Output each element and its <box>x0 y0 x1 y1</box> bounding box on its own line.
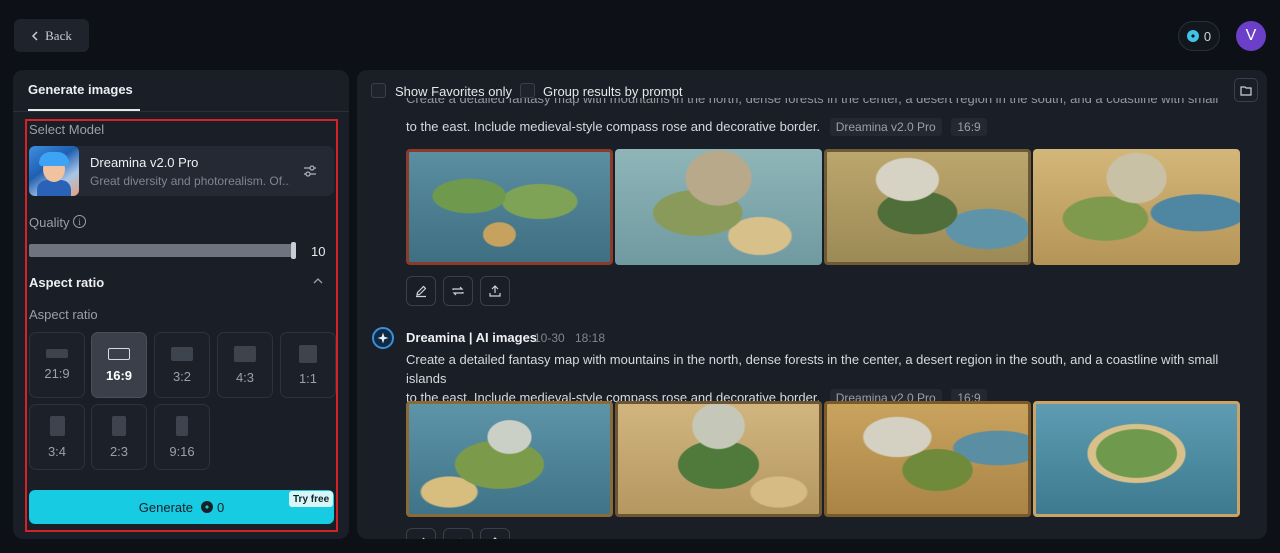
repeat-icon <box>460 538 461 539</box>
prompt-line: to the east. Include medieval-style comp… <box>406 119 821 134</box>
share-button[interactable] <box>480 276 510 306</box>
dreamina-avatar-icon <box>372 327 394 349</box>
share-button[interactable] <box>480 528 510 539</box>
generated-image[interactable] <box>406 401 613 517</box>
prompt-text: to the east. Include medieval-style comp… <box>406 117 987 136</box>
selection-highlight <box>25 119 338 532</box>
credits-badge[interactable]: 0 <box>1178 21 1220 51</box>
generated-image[interactable] <box>615 401 822 517</box>
result-date: 10-30 <box>534 331 565 345</box>
credits-count: 0 <box>1203 28 1212 44</box>
back-label: Back <box>45 27 72 43</box>
generated-image[interactable] <box>824 401 1031 517</box>
user-avatar[interactable]: V <box>1236 21 1266 51</box>
results-panel: Show Favorites only Group results by pro… <box>357 70 1267 539</box>
tab-divider <box>13 111 349 112</box>
avatar-letter: V <box>1245 27 1257 44</box>
author-name: Dreamina | AI images <box>406 330 538 345</box>
prompt-text-partial: Create a detailed fantasy map with mount… <box>406 98 1219 106</box>
chevron-left-icon <box>32 30 38 41</box>
pencil-icon <box>422 537 425 539</box>
show-favorites-checkbox[interactable] <box>371 83 386 98</box>
credit-icon <box>1186 30 1199 42</box>
generate-panel: Generate images Select Model Dreamina v2… <box>13 70 349 539</box>
generated-image[interactable] <box>824 149 1031 265</box>
prompt-text: Create a detailed fantasy map with mount… <box>406 350 1256 407</box>
prompt-line: Create a detailed fantasy map with mount… <box>406 352 1219 386</box>
show-favorites-label[interactable]: Show Favorites only <box>395 84 512 99</box>
group-results-label[interactable]: Group results by prompt <box>543 84 682 99</box>
ratio-tag: 16:9 <box>951 118 987 136</box>
edit-button[interactable] <box>406 528 436 539</box>
generated-image[interactable] <box>615 149 822 265</box>
folder-icon <box>1240 85 1252 96</box>
back-button[interactable]: Back <box>14 19 89 52</box>
upload-icon <box>493 537 497 539</box>
result-time: 18:18 <box>575 331 606 345</box>
regenerate-button[interactable] <box>443 276 473 306</box>
generated-image[interactable] <box>1033 401 1240 517</box>
regenerate-button[interactable] <box>443 528 473 539</box>
edit-button[interactable] <box>406 276 436 306</box>
tab-generate-images[interactable]: Generate images <box>28 70 140 111</box>
image-row <box>406 149 1240 265</box>
pencil-icon <box>416 285 427 298</box>
tab-label: Generate images <box>28 82 133 97</box>
group-results-checkbox[interactable] <box>520 83 535 98</box>
generated-image[interactable] <box>406 149 613 265</box>
upload-icon <box>489 285 501 297</box>
image-row <box>406 401 1240 517</box>
repeat-icon <box>452 286 464 296</box>
generated-image[interactable] <box>1033 149 1240 265</box>
model-tag: Dreamina v2.0 Pro <box>829 118 942 136</box>
